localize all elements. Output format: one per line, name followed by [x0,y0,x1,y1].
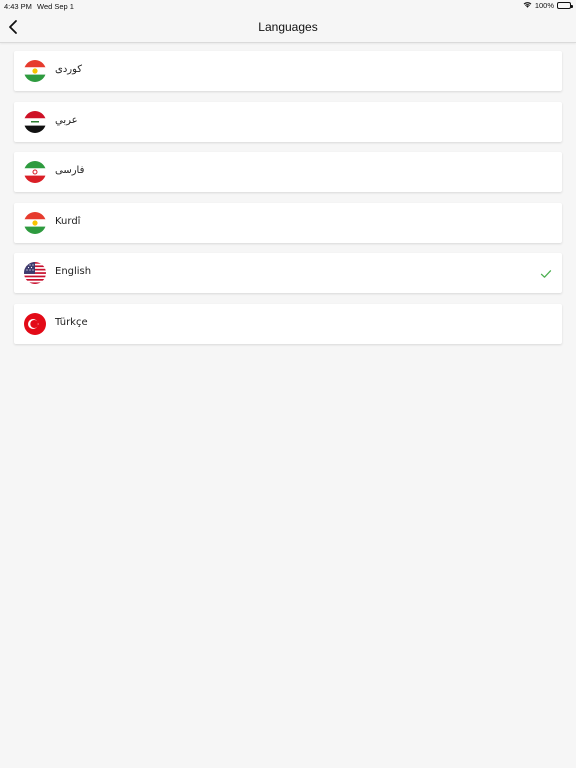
status-bar: 4:43 PM Wed Sep 1 100% [0,0,576,12]
page-title: Languages [258,20,318,34]
kurdistan-flag-icon [24,211,46,234]
kurdistan-flag-icon [24,60,46,82]
status-right: 100% [523,1,573,10]
status-time: 4:43 PM [4,1,32,11]
language-item-turkish[interactable]: Türkçe [14,303,562,344]
language-list: کوردی عربي فارسی Kurdî English Türkçe [14,51,562,354]
battery-percent: 100% [534,1,554,10]
language-item-kurdish-sorani[interactable]: کوردی [14,51,562,91]
iraq-flag-icon [24,110,46,133]
battery-icon [557,2,573,9]
usa-flag-icon [24,262,46,284]
language-item-kurdish-kurmanji[interactable]: Kurdî [14,202,562,243]
checkmark-icon [540,267,552,279]
language-item-english[interactable]: English [14,253,562,293]
nav-bar: Languages [0,12,576,43]
language-label: English [55,266,92,277]
language-label: Türkçe [55,316,88,328]
language-label: Kurdî [55,215,81,227]
iran-flag-icon [24,161,46,183]
status-date: Wed Sep 1 [37,1,74,11]
language-label: کوردی [55,64,83,75]
language-label: عربي [55,114,78,126]
wifi-icon [523,1,532,10]
language-label: فارسی [55,165,85,176]
turkey-flag-icon [24,312,46,335]
language-item-persian[interactable]: فارسی [14,152,562,192]
language-item-arabic[interactable]: عربي [14,101,562,142]
